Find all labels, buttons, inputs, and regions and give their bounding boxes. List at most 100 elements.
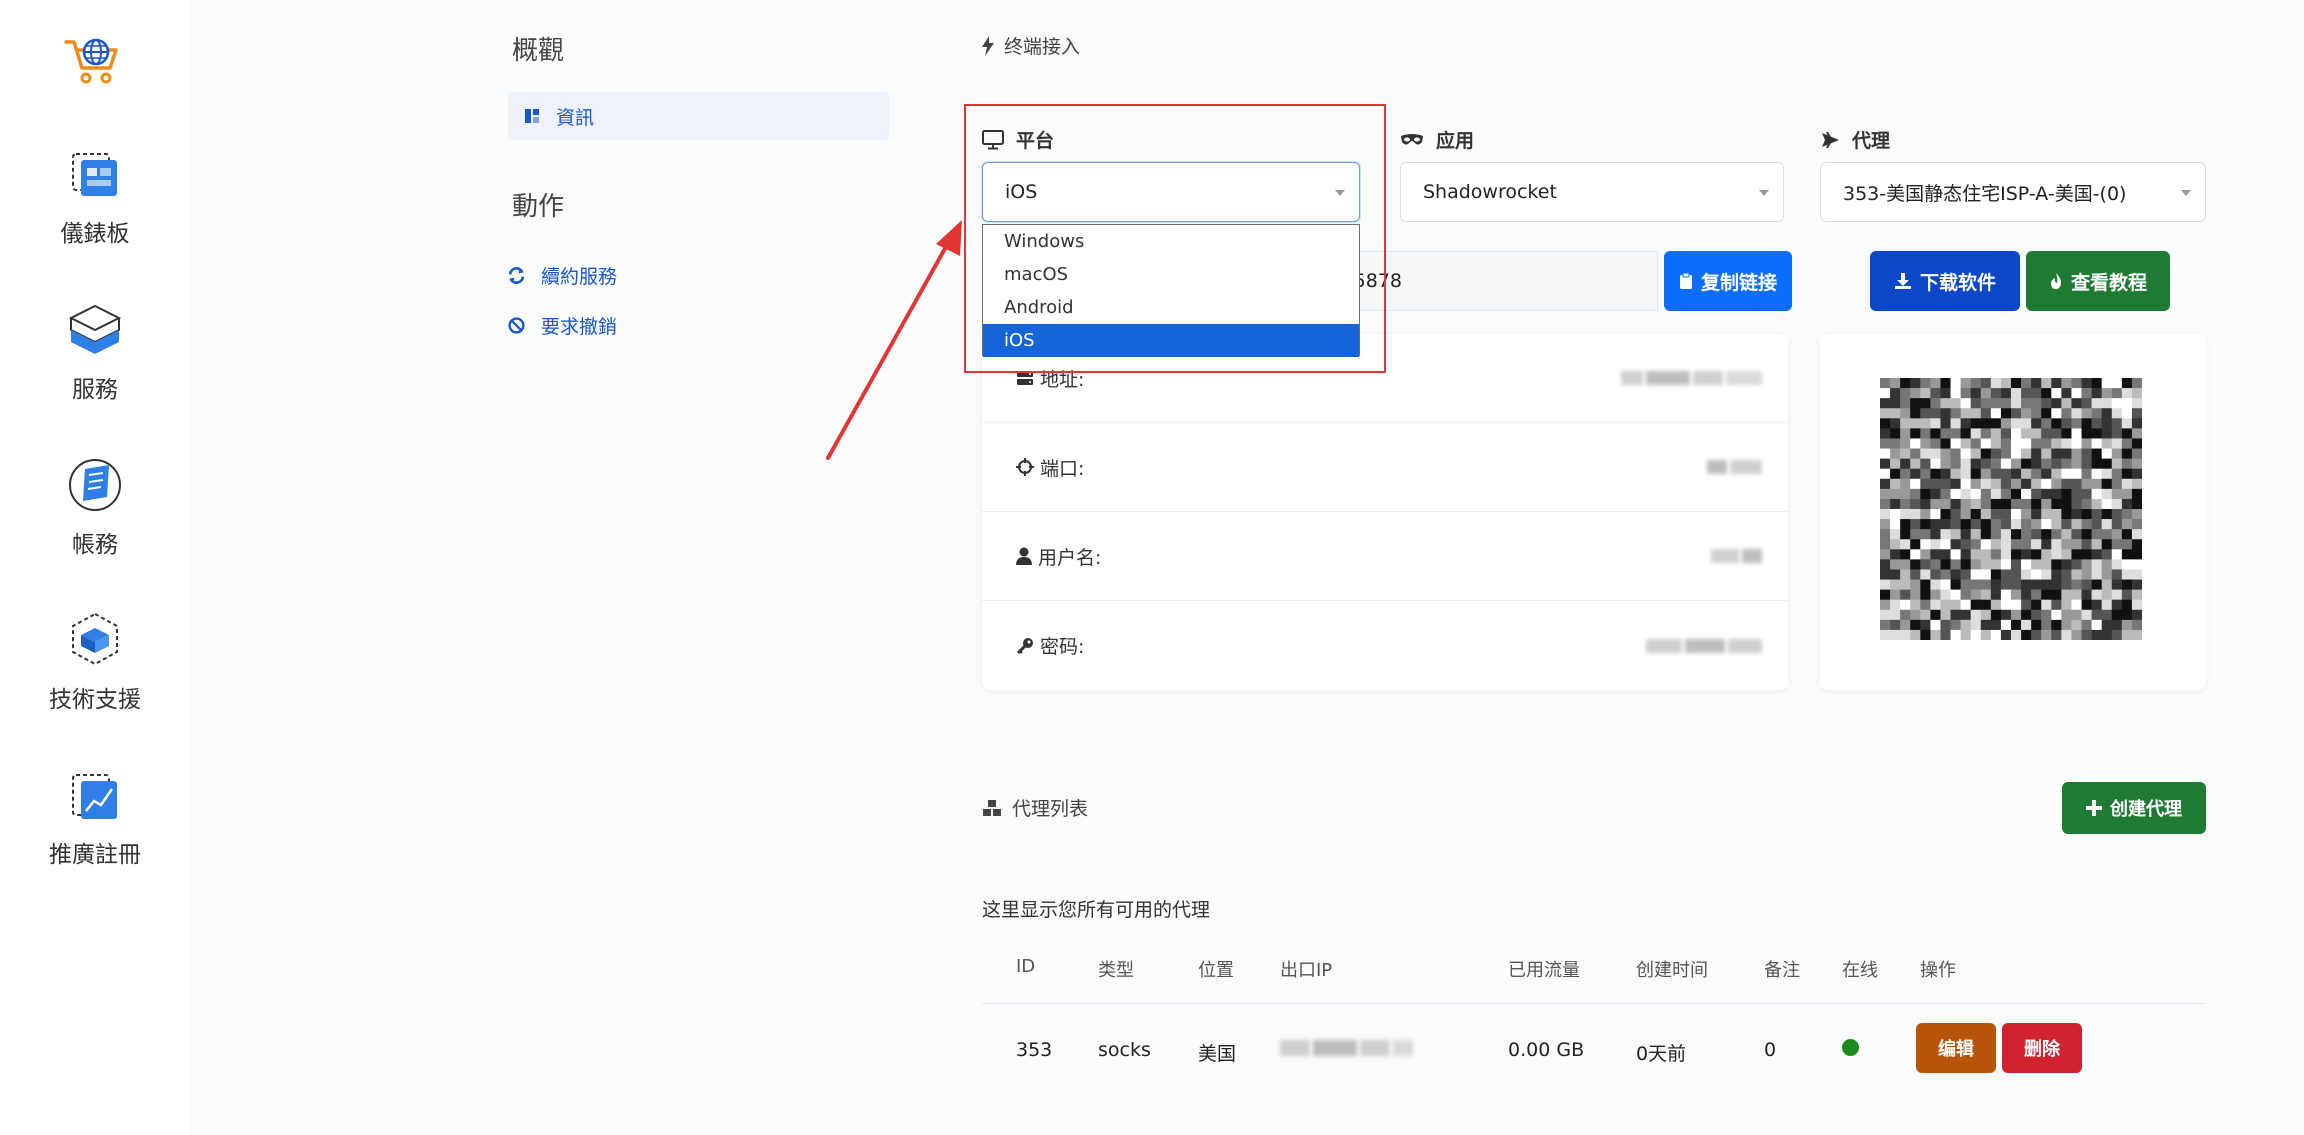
nav-label: 服務 xyxy=(72,377,118,403)
chevron-down-icon xyxy=(1335,190,1345,196)
nav-label: 推廣註冊 xyxy=(49,842,141,868)
col-header-id: ID xyxy=(1016,956,1036,977)
username-row: 用户名: xyxy=(982,512,1788,601)
cell-exit-ip-redacted xyxy=(1280,1040,1413,1056)
password-row: 密码: xyxy=(982,601,1788,690)
delete-button[interactable]: 删除 xyxy=(2002,1023,2082,1073)
cell-id: 353 xyxy=(1016,1039,1053,1061)
actions-heading: 動作 xyxy=(512,192,565,222)
col-header-note: 备注 xyxy=(1764,960,1800,981)
request-cancel-label: 要求撤銷 xyxy=(541,316,618,338)
cell-type: socks xyxy=(1098,1039,1151,1061)
port-value-redacted xyxy=(1707,460,1762,474)
nav-label: 儀錶板 xyxy=(60,221,130,247)
services-box-icon xyxy=(68,304,122,354)
terminal-access-title: 终端接入 xyxy=(1004,36,1081,58)
col-header-traffic: 已用流量 xyxy=(1508,960,1580,981)
bolt-icon xyxy=(982,35,994,56)
ban-icon xyxy=(508,317,525,334)
address-label-text: 地址: xyxy=(1040,368,1085,391)
plane-icon xyxy=(1822,131,1839,148)
cell-note: 0 xyxy=(1764,1039,1777,1061)
nav-item-services[interactable]: 服務 xyxy=(0,300,190,404)
proxy-select-value: 353-美国静态住宅ISP-A-美国-(0) xyxy=(1843,182,2127,205)
request-cancel-link[interactable]: 要求撤銷 xyxy=(508,312,617,339)
dashboard-icon xyxy=(72,153,117,196)
platform-option-selected[interactable]: iOS xyxy=(983,324,1359,357)
password-label-text: 密码: xyxy=(1040,636,1085,658)
platform-select[interactable]: iOS xyxy=(982,162,1360,222)
address-value-redacted xyxy=(1621,371,1762,385)
create-proxy-label: 创建代理 xyxy=(2110,799,2182,820)
delete-label: 删除 xyxy=(2024,1039,2060,1060)
password-value-redacted xyxy=(1646,638,1762,653)
create-proxy-button[interactable]: 创建代理 xyxy=(2062,782,2206,834)
platform-option[interactable]: macOS xyxy=(983,258,1359,291)
shopping-cart-globe-logo[interactable] xyxy=(60,34,124,90)
qr-code-card xyxy=(1820,334,2206,690)
platform-option[interactable]: Windows xyxy=(983,225,1359,258)
desktop-icon xyxy=(982,129,1004,149)
col-header-actions: 操作 xyxy=(1920,960,1956,981)
copy-link-label: 复制链接 xyxy=(1700,271,1777,294)
crosshair-icon xyxy=(1016,458,1034,476)
nav-item-dashboard[interactable]: 儀錶板 xyxy=(0,144,190,248)
server-icon xyxy=(1017,371,1033,385)
renew-service-label: 續約服務 xyxy=(541,266,618,288)
submenu-info-label: 資訊 xyxy=(556,106,595,129)
qr-code-image xyxy=(1880,378,2142,640)
password-label: 密码: xyxy=(1016,632,1084,659)
proxy-list-title: 代理列表 xyxy=(1012,798,1089,820)
download-icon xyxy=(1894,273,1911,289)
platform-label-text: 平台 xyxy=(1016,130,1055,152)
layout-icon xyxy=(525,109,539,123)
download-software-label: 下载软件 xyxy=(1919,271,1996,294)
fire-icon xyxy=(2050,273,2062,289)
cell-traffic: 0.00 GB xyxy=(1508,1039,1585,1061)
affiliate-chart-icon xyxy=(72,774,117,819)
proxy-list-heading: 代理列表 xyxy=(982,794,1088,821)
left-nav: 儀錶板 服務 帳務 技術支援 推廣註冊 xyxy=(0,0,190,1135)
download-software-button[interactable]: 下载软件 xyxy=(1870,251,2020,311)
col-header-online: 在线 xyxy=(1842,960,1878,981)
platform-select-value: iOS xyxy=(1005,181,1038,203)
renew-service-link[interactable]: 續約服務 xyxy=(508,262,617,289)
proxy-select[interactable]: 353-美国静态住宅ISP-A-美国-(0) xyxy=(1820,162,2206,222)
cell-location: 美国 xyxy=(1198,1043,1237,1065)
edit-label: 编辑 xyxy=(1938,1039,1974,1060)
billing-document-icon xyxy=(69,459,121,511)
connection-info-card: 地址: 端口: 用户名: 密码: xyxy=(982,334,1788,690)
mask-icon xyxy=(1401,133,1423,144)
online-status-dot xyxy=(1842,1039,1859,1056)
copy-link-button[interactable]: 复制链接 xyxy=(1664,251,1792,311)
view-tutorial-button[interactable]: 查看教程 xyxy=(2026,251,2170,311)
nav-label: 技術支援 xyxy=(49,687,141,713)
address-label: 地址: xyxy=(1016,365,1084,392)
username-value-redacted xyxy=(1711,549,1762,563)
platform-option[interactable]: Android xyxy=(983,291,1359,324)
nav-item-billing[interactable]: 帳務 xyxy=(0,455,190,559)
user-icon xyxy=(1016,547,1032,565)
submenu-item-info[interactable]: 資訊 xyxy=(508,92,889,140)
platform-dropdown-list: Windows macOS Android iOS xyxy=(982,224,1360,357)
col-header-created: 创建时间 xyxy=(1636,960,1708,981)
key-icon xyxy=(1016,637,1033,654)
port-label: 端口: xyxy=(1016,454,1084,481)
nav-item-affiliate[interactable]: 推廣註冊 xyxy=(0,765,190,869)
chevron-down-icon xyxy=(2181,190,2191,196)
col-header-exit-ip: 出口IP xyxy=(1280,960,1333,981)
plus-icon xyxy=(2086,800,2102,816)
app-label-text: 应用 xyxy=(1436,130,1475,152)
support-cube-icon xyxy=(72,612,118,666)
port-row: 端口: xyxy=(982,423,1788,512)
overview-heading: 概觀 xyxy=(512,36,565,66)
cell-created: 0天前 xyxy=(1636,1043,1687,1065)
view-tutorial-label: 查看教程 xyxy=(2070,271,2147,294)
app-select-value: Shadowrocket xyxy=(1423,181,1557,203)
app-select[interactable]: Shadowrocket xyxy=(1400,162,1784,222)
platform-label: 平台 xyxy=(982,126,1054,153)
nav-label: 帳務 xyxy=(72,532,118,558)
app-label: 应用 xyxy=(1400,126,1474,153)
nav-item-support[interactable]: 技術支援 xyxy=(0,610,190,714)
edit-button[interactable]: 编辑 xyxy=(1916,1023,1996,1073)
